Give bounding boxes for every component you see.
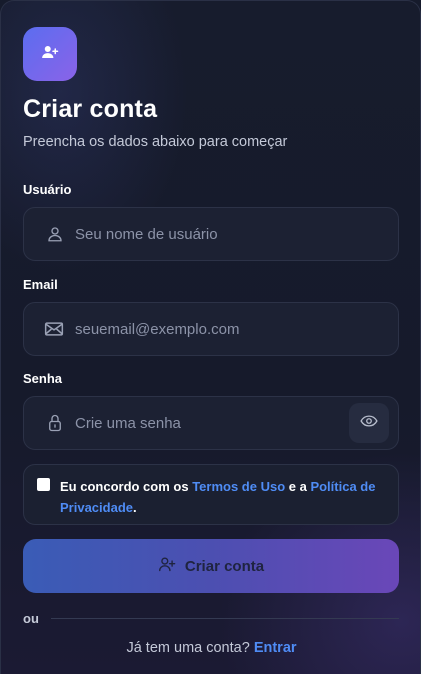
terms-prefix: Eu concordo com os	[60, 479, 193, 494]
terms-box: Eu concordo com os Termos de Uso e a Pol…	[23, 464, 399, 525]
username-label: Usuário	[23, 182, 72, 197]
eye-icon	[360, 414, 378, 433]
create-account-label: Criar conta	[184, 557, 265, 575]
username-field	[23, 207, 399, 261]
avatar-badge	[23, 27, 77, 81]
terms-of-use-link[interactable]: Termos de Uso	[192, 479, 285, 494]
page-subtitle: Preencha os dados abaixo para começar	[23, 134, 288, 150]
terms-suffix: .	[133, 500, 137, 515]
email-field	[23, 302, 399, 356]
user-plus-icon	[41, 43, 59, 66]
divider-label: ou	[23, 611, 39, 626]
toggle-password-button[interactable]	[349, 403, 389, 443]
terms-checkbox[interactable]	[37, 478, 50, 491]
login-prompt: Já tem uma conta? Entrar	[1, 640, 421, 656]
login-link[interactable]: Entrar	[254, 640, 297, 656]
terms-text: Eu concordo com os Termos de Uso e a Pol…	[60, 476, 390, 518]
create-account-button[interactable]: Criar conta	[23, 539, 399, 593]
password-label: Senha	[23, 371, 63, 386]
password-field	[23, 396, 399, 450]
user-icon	[24, 207, 66, 261]
signup-card: Criar conta Preencha os dados abaixo par…	[0, 0, 421, 674]
password-input[interactable]	[66, 397, 349, 449]
terms-middle: e a	[285, 479, 311, 494]
page-title: Criar conta	[23, 95, 158, 123]
email-input[interactable]	[66, 303, 398, 355]
lock-icon	[24, 396, 66, 450]
login-prompt-text: Já tem uma conta?	[126, 640, 254, 656]
mail-icon	[24, 302, 66, 356]
user-plus-icon	[158, 556, 176, 576]
username-input[interactable]	[66, 208, 398, 260]
divider-line	[51, 618, 399, 619]
email-label: Email	[23, 277, 58, 292]
